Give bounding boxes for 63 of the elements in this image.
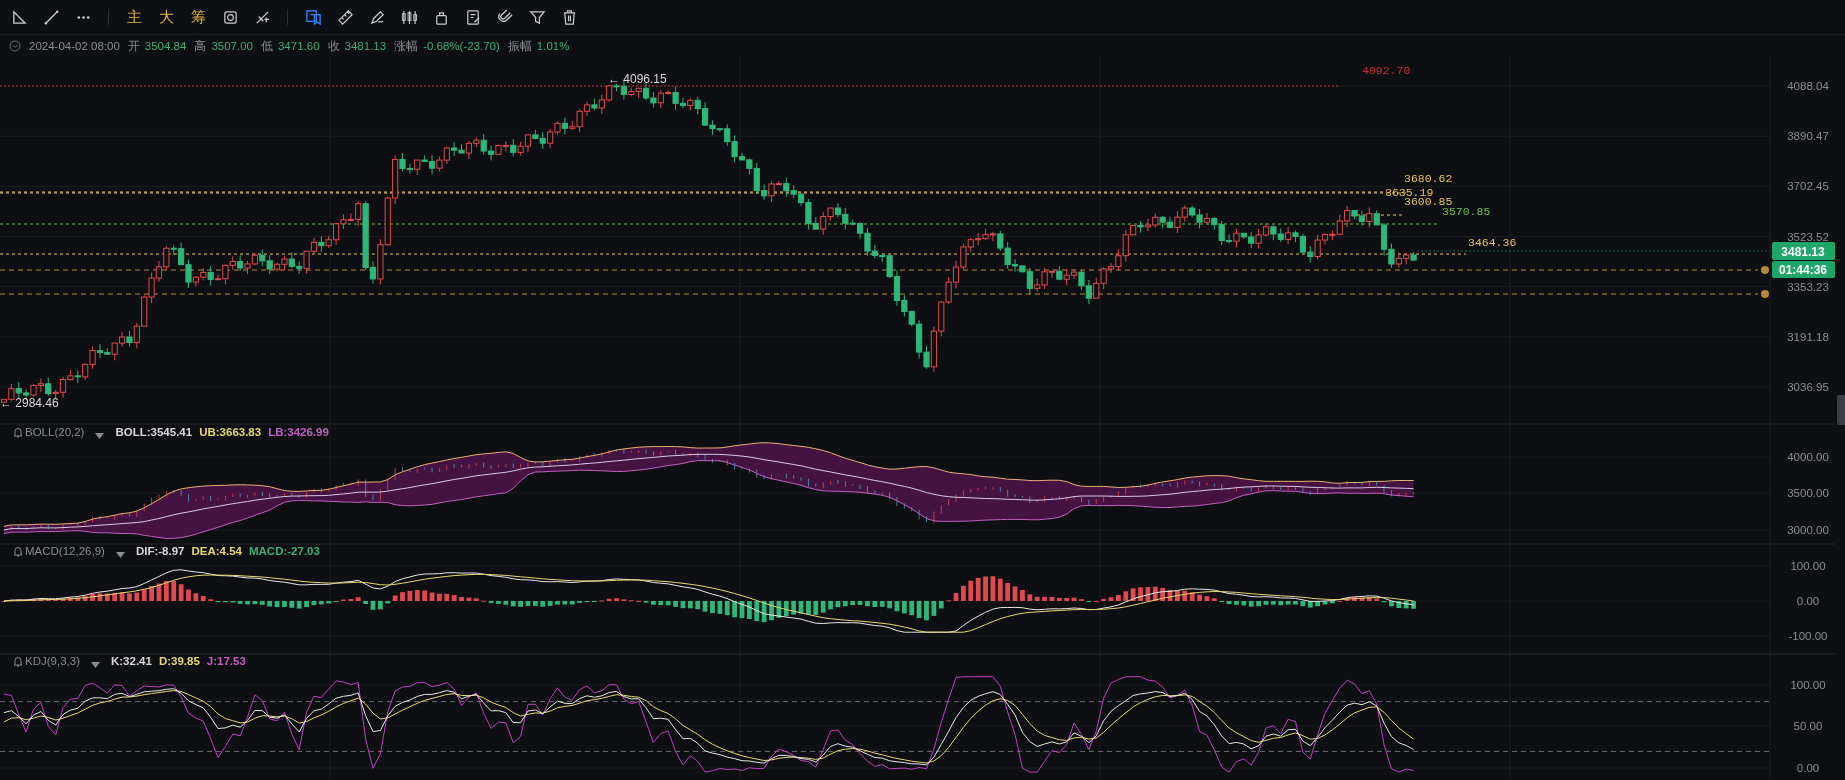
axis-label: 3890.47 [1787,130,1829,143]
axis-label: 3523.52 [1787,230,1829,243]
toolbar-button[interactable]: 大 [155,6,177,28]
axis-label: 4088.04 [1787,80,1829,92]
bell-icon[interactable] [12,545,24,557]
axis-label: 4000.00 [1787,451,1829,463]
alert-bell-icon[interactable] [1761,290,1769,298]
price-line-label: 4092.70 [1362,64,1411,77]
last-price-tag: 3481.13 [1772,242,1835,260]
axis-label: 3000.00 [1787,524,1829,536]
alert-line[interactable] [0,269,1759,271]
high-price-marker: ← 4096.15 [608,72,667,86]
price-line-label: 3680.62 [1404,172,1453,185]
field-value: 1.01% [536,40,570,52]
panel-handle[interactable] [1837,395,1845,425]
candle-datetime: 2024-04-02 08:00 [29,40,120,52]
axis-label: 3036.95 [1787,381,1829,393]
toolbar-button[interactable]: 主 [123,6,145,28]
indicator-value: UB:3663.83 [199,426,262,438]
indicator-value: DIF:-8.97 [135,545,185,557]
axis-label: 0.00 [1796,762,1820,774]
axis-label: 3353.23 [1787,280,1829,293]
axis-label: 100.00 [1790,679,1826,691]
field-label: 涨幅 [394,38,419,54]
axis-label: 0.00 [1796,595,1820,607]
axis-label: -100.00 [1788,630,1828,642]
axis-label: 3702.45 [1787,180,1829,193]
indicator-name[interactable]: KDJ(9,3,3) [25,655,80,667]
field-value: 3504.84 [144,40,187,52]
axis-label: 3500.00 [1787,487,1829,499]
field-label: 低 [260,38,273,54]
indicator-value: DEA:4.54 [191,545,242,557]
price-level-line[interactable] [0,253,1467,255]
indicator-value: K:32.41 [110,655,152,667]
axis-label: 3191.18 [1787,330,1829,343]
field-value: 3481.13 [344,40,387,52]
bell-icon[interactable] [12,426,24,438]
indicator-name[interactable]: BOLL(20,2) [25,426,85,438]
indicator-value: BOLL:3545.41 [115,426,193,438]
indicator-value: J:17.53 [206,655,246,667]
axis-label: 100.00 [1790,560,1826,572]
price-level-line[interactable] [0,191,1388,193]
indicator-name[interactable]: MACD(12,26,9) [25,545,105,557]
field-label: 开 [127,38,140,54]
indicator-value: D:39.85 [158,655,200,667]
collapse-icon [9,40,21,52]
price-level-line[interactable] [0,192,1407,194]
toolbar-button[interactable]: 筹 [187,6,209,28]
field-label: 收 [327,38,340,54]
price-line-label: 3570.85 [1442,205,1491,218]
field-value: 3471.60 [277,40,320,52]
field-value: -0.68%(-23.70) [423,40,500,52]
low-price-marker: ← 2984.46 [0,396,59,410]
indicator-value: LB:3426.99 [268,426,329,438]
price-line-label: 3464.36 [1468,236,1517,249]
countdown-tag: 01:44:36 [1772,261,1835,278]
field-label: 振幅 [507,38,532,54]
alert-bell-icon[interactable] [1761,266,1769,274]
field-label: 高 [194,38,207,54]
bell-icon[interactable] [12,655,24,667]
indicator-value: MACD:-27.03 [248,545,320,557]
axis-label: 50.00 [1793,720,1823,732]
field-value: 3507.00 [211,40,253,52]
